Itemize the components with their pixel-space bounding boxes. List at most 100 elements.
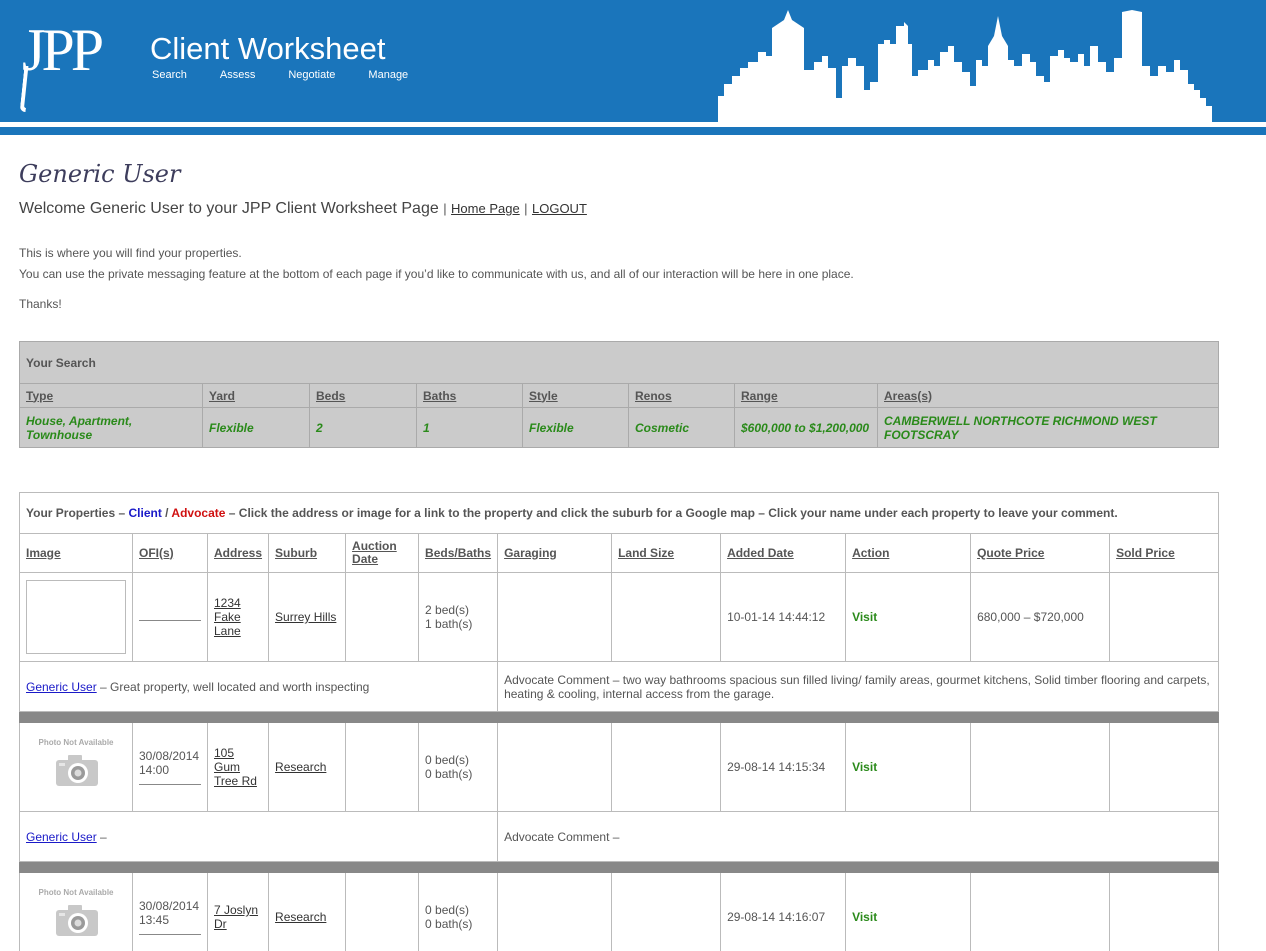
search-header-style[interactable]: Style [522, 383, 629, 408]
search-header-baths[interactable]: Baths [416, 383, 523, 408]
baths-value: 0 bath(s) [425, 917, 473, 931]
ofi-time: 14:00 [139, 763, 170, 777]
address-cell: 7 Joslyn Dr [206, 872, 270, 951]
address-cell: 1234 Fake Lane [206, 572, 270, 662]
nav-assess[interactable]: Assess [220, 69, 255, 81]
intro-line-1: This is where you will find your propert… [19, 246, 242, 260]
caption-client: Client [128, 506, 162, 520]
thanks-text: Thanks! [19, 297, 62, 311]
search-value-style: Flexible [522, 407, 629, 448]
visit-link[interactable]: Visit [852, 760, 877, 774]
ofi-cell: 30/08/2014 14:00 [132, 722, 208, 812]
home-page-link[interactable]: Home Page [451, 201, 520, 216]
header-sold-price[interactable]: Sold Price [1109, 533, 1219, 573]
header-garaging[interactable]: Garaging [497, 533, 613, 573]
auction-cell [345, 872, 420, 951]
property-image[interactable] [26, 580, 126, 654]
photo-not-available[interactable]: Photo Not Available [26, 880, 126, 951]
address-cell: 105 Gum Tree Rd [206, 722, 270, 812]
properties-caption: Your Properties – Client / Advocate – Cl… [19, 492, 1219, 534]
added-date-cell: 29-08-14 14:16:07 [720, 872, 847, 951]
action-cell: Visit [845, 722, 972, 812]
header-beds-baths[interactable]: Beds/Baths [418, 533, 499, 573]
quote-price-cell: 680,000 – $720,000 [970, 572, 1111, 662]
jpp-logo[interactable]: JPP [22, 20, 104, 80]
search-value-range: $600,000 to $1,200,000 [734, 407, 878, 448]
beds-value: 0 bed(s) [425, 903, 470, 917]
property-image-cell: Photo Not Available [19, 722, 133, 812]
client-comment-cell: Generic User – [18, 811, 499, 862]
beds-value: 2 bed(s) [425, 603, 470, 617]
ofi-date: 30/08/2014 [139, 749, 200, 763]
app-title: Client Worksheet [150, 31, 386, 66]
separator: | [524, 201, 528, 216]
header-action[interactable]: Action [845, 533, 972, 573]
search-value-areas: CAMBERWELL NORTHCOTE RICHMOND WEST FOOTS… [877, 407, 1219, 448]
ofi-divider [139, 779, 201, 785]
search-header-yard[interactable]: Yard [202, 383, 310, 408]
photo-not-available[interactable]: Photo Not Available [26, 730, 126, 804]
ofi-divider [139, 929, 201, 935]
search-header-areas[interactable]: Areas(s) [877, 383, 1219, 408]
search-header-renos[interactable]: Renos [628, 383, 735, 408]
client-comment-cell: Generic User – Great property, well loca… [18, 661, 499, 712]
ofi-cell: 30/08/2014 13:45 [132, 872, 208, 951]
photo-na-text: Photo Not Available [38, 738, 114, 747]
property-image-cell: Photo Not Available [19, 872, 133, 951]
sold-price-cell [1109, 572, 1219, 662]
header-image[interactable]: Image [19, 533, 133, 573]
client-comment-text: – Great property, well located and worth… [100, 679, 370, 694]
table-row: Photo Not Available 30/08/2014 13:45 7 J… [19, 872, 1219, 951]
sold-price-cell [1109, 872, 1219, 951]
land-size-cell [611, 572, 722, 662]
client-name-link[interactable]: Generic User [26, 830, 97, 844]
suburb-cell: Surrey Hills [268, 572, 347, 662]
welcome-line: Welcome Generic User to your JPP Client … [19, 200, 587, 218]
client-comment-text: – [100, 829, 107, 844]
header-address[interactable]: Address [206, 533, 270, 573]
ofi-divider [139, 615, 201, 621]
search-header-range[interactable]: Range [734, 383, 878, 408]
client-name-link[interactable]: Generic User [26, 680, 97, 694]
search-header-beds[interactable]: Beds [309, 383, 417, 408]
nav-search[interactable]: Search [152, 69, 187, 81]
suburb-link[interactable]: Research [275, 910, 326, 924]
sold-price-cell [1109, 722, 1219, 812]
header-added-date[interactable]: Added Date [720, 533, 847, 573]
suburb-link[interactable]: Surrey Hills [275, 610, 336, 624]
added-date-cell: 10-01-14 14:44:12 [720, 572, 847, 662]
logout-link[interactable]: LOGOUT [532, 201, 587, 216]
comment-row: Generic User – Advocate Comment – [18, 811, 1219, 862]
suburb-cell: Research [268, 722, 347, 812]
table-row: 1234 Fake Lane Surrey Hills 2 bed(s) 1 ba… [19, 572, 1219, 662]
nav-negotiate[interactable]: Negotiate [288, 69, 335, 81]
row-divider [19, 711, 1219, 723]
visit-link[interactable]: Visit [852, 910, 877, 924]
header-land-size[interactable]: Land Size [611, 533, 722, 573]
comment-row: Generic User – Great property, well loca… [18, 661, 1219, 712]
header-bar [0, 127, 1266, 135]
address-link[interactable]: 7 Joslyn Dr [214, 903, 258, 931]
caption-slash: / [165, 506, 169, 520]
garaging-cell [497, 722, 613, 812]
search-header-type[interactable]: Type [19, 383, 203, 408]
ofi-cell [132, 572, 208, 662]
header-suburb[interactable]: Suburb [268, 533, 347, 573]
header-ofi[interactable]: OFI(s) [132, 533, 208, 573]
address-link[interactable]: 105 Gum Tree Rd [214, 746, 257, 788]
header-auction-date[interactable]: Auction Date [345, 533, 420, 573]
header-quote-price[interactable]: Quote Price [970, 533, 1111, 573]
beds-baths-cell: 0 bed(s) 0 bath(s) [418, 722, 499, 812]
quote-price-cell [970, 872, 1111, 951]
address-link[interactable]: 1234 Fake Lane [214, 596, 241, 638]
beds-baths-cell: 2 bed(s) 1 bath(s) [418, 572, 499, 662]
visit-link[interactable]: Visit [852, 610, 877, 624]
suburb-link[interactable]: Research [275, 760, 326, 774]
page-title: Generic User [19, 160, 181, 188]
nav-manage[interactable]: Manage [368, 69, 408, 81]
welcome-text: Welcome Generic User to your JPP Client … [19, 200, 439, 217]
auction-cell [345, 722, 420, 812]
search-value-yard: Flexible [202, 407, 310, 448]
camera-icon [56, 755, 98, 786]
row-divider [19, 861, 1219, 873]
